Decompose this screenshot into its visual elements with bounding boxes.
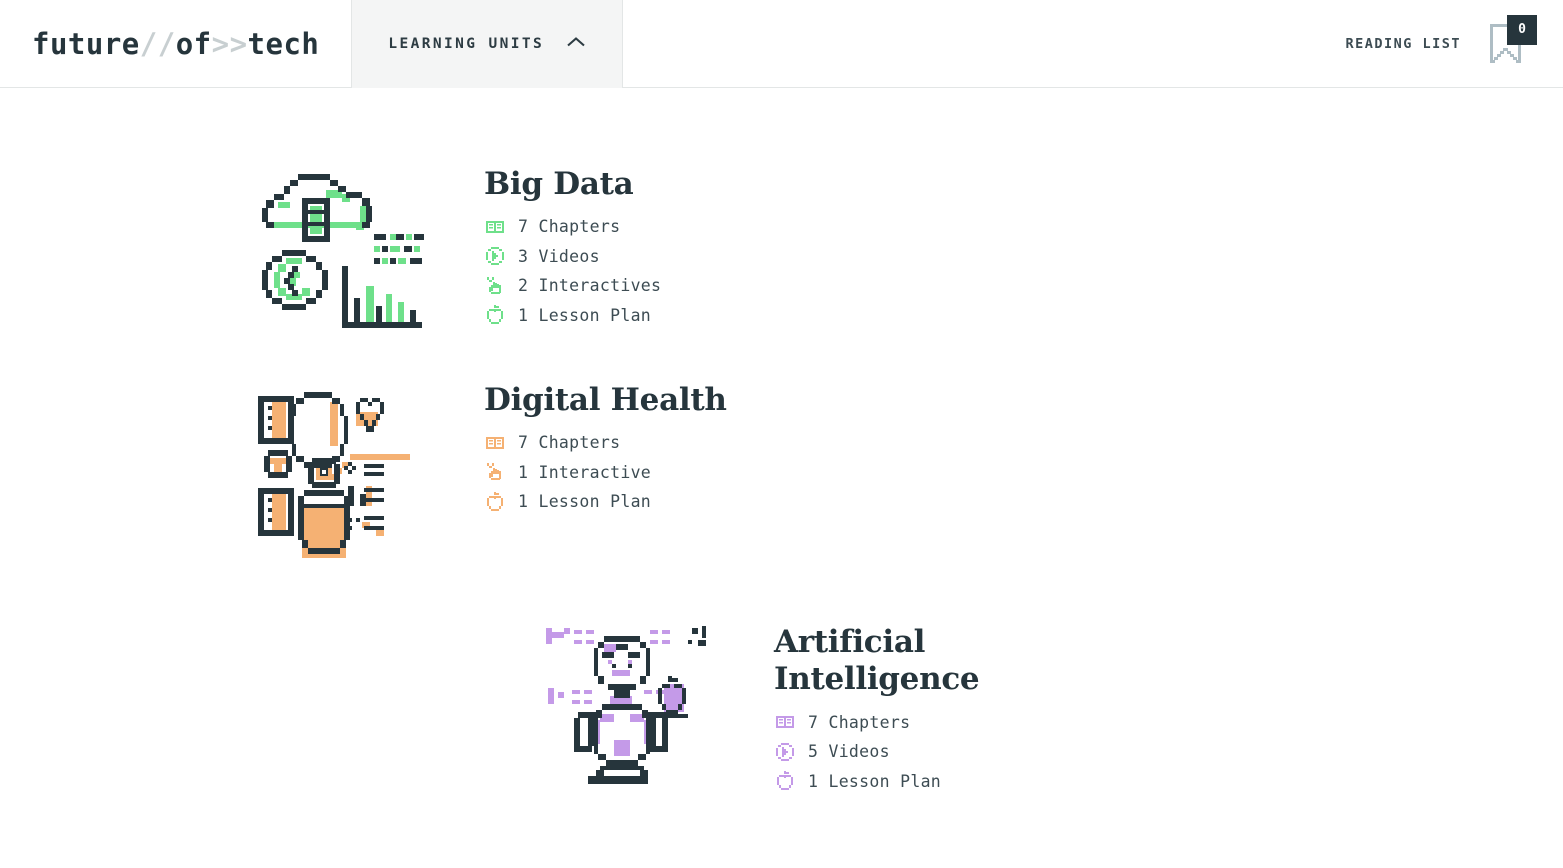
robot-art [540,620,740,795]
unit-meta-text: 1 Interactive [518,462,652,482]
unit-meta-row: 1 Lesson Plan [774,766,1563,796]
reading-list-link[interactable]: READING LIST [1345,36,1461,52]
book-icon [484,432,506,454]
unit-card-internet-of-things[interactable]: Internet of Things 6 Chapters [782,360,1563,602]
reading-list-bookmark-button[interactable]: 0 [1487,14,1537,73]
header-actions: READING LIST 0 [1345,0,1563,87]
reading-list-badge: 0 [1507,14,1537,45]
unit-meta-text: 3 Videos [518,246,600,266]
unit-meta-row: 5 Videos [774,737,1563,767]
unit-meta-text: 2 Interactives [518,276,662,296]
unit-meta-text: 5 Videos [808,742,890,761]
chevron-up-icon [566,36,586,52]
unit-meta-text: 1 Lesson Plan [808,771,942,791]
unit-card-big-data[interactable]: Big Data 7 Chapters 3 Videos 2 Interacti… [0,144,782,360]
apple-icon [484,304,506,326]
unit-title: Digital Health [484,382,727,418]
unit-card-artificial-intelligence[interactable]: Artificial Intelligence 7 Chapters 5 Vid… [0,602,1563,814]
unit-meta-row: 7 Chapters [774,707,1563,737]
unit-title: Big Data [484,166,634,202]
play-circle-icon [774,741,796,763]
unit-meta-row: 1 Lesson Plan [484,300,782,330]
logo-part-2: of [175,26,212,61]
book-icon [774,711,796,733]
unit-meta-row: 3 Videos [484,241,782,271]
app-header: future//of >> tech LEARNING UNITS READING … [0,0,1563,88]
unit-card-cybersecurity[interactable]: Cybersecurity 4 Chapters [782,144,1563,360]
logo-separator-2: >> [211,26,248,61]
cloud-database-chart-art [250,162,450,342]
learning-units-grid: Big Data 7 Chapters 3 Videos 2 Interacti… [0,144,1563,814]
unit-meta-text: 7 Chapters [518,217,621,237]
unit-meta-row: 7 Chapters [484,212,782,242]
unit-title: Artificial Intelligence [774,623,980,698]
bookmark-icon [1487,23,1533,77]
unit-body: Artificial Intelligence 7 Chapters 5 Vid… [774,620,1563,796]
apple-icon [774,770,796,792]
tab-learning-units-label: LEARNING UNITS [388,36,545,52]
pointing-hand-icon [484,461,506,483]
logo-separator-1: // [139,26,176,61]
unit-meta-row: 1 Lesson Plan [484,487,782,517]
unit-meta-row: 1 Interactive [484,457,782,487]
tab-learning-units[interactable]: LEARNING UNITS [351,0,624,88]
play-circle-icon [484,245,506,267]
book-icon [484,216,506,238]
unit-meta-text: 7 Chapters [518,433,621,453]
site-logo[interactable]: future//of >> tech [0,0,351,87]
pointing-hand-icon [484,275,506,297]
body-heart-data-art [250,378,450,558]
unit-body: Digital Health 7 Chapters 1 Interactive … [484,378,782,516]
unit-meta-text: 7 Chapters [808,712,911,732]
unit-meta-row: 7 Chapters [484,428,782,458]
unit-body: Big Data 7 Chapters 3 Videos 2 Interacti… [484,162,782,330]
unit-card-digital-health[interactable]: Digital Health 7 Chapters 1 Interactive … [0,360,782,602]
unit-meta-text: 1 Lesson Plan [518,492,652,512]
logo-part-3: tech [247,26,320,61]
logo-part-1: future [32,26,140,61]
learning-units-panel: Big Data 7 Chapters 3 Videos 2 Interacti… [0,88,1563,814]
unit-meta-text: 1 Lesson Plan [518,305,652,325]
header-spacer [623,0,1345,87]
apple-icon [484,491,506,513]
unit-meta-row: 2 Interactives [484,271,782,301]
